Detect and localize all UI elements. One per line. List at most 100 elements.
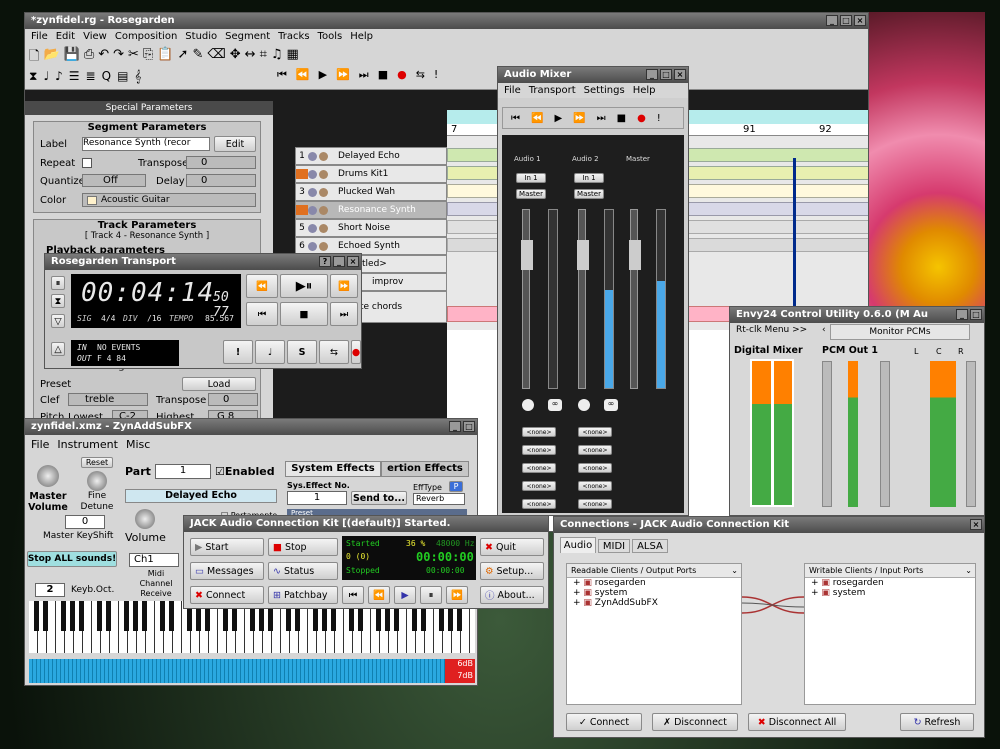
menu-segment[interactable]: Segment (225, 31, 270, 42)
client-item[interactable]: + ▣ rosegarden (805, 578, 975, 588)
split-tool-icon[interactable]: ⌗ (260, 47, 267, 69)
pcm-slider[interactable] (966, 361, 976, 507)
mute-led-icon[interactable] (308, 223, 317, 233)
note-icon[interactable]: ♪ (55, 69, 63, 84)
part-name[interactable]: Delayed Echo (125, 489, 277, 503)
plugin-slot-button[interactable]: <none> (522, 445, 556, 455)
efftype-select[interactable]: Reverb (413, 493, 465, 505)
mute-led-icon[interactable] (308, 169, 317, 179)
loop-icon[interactable]: ⇆ (416, 68, 425, 82)
event-list-icon[interactable]: ☰ (69, 69, 80, 84)
metronome-icon[interactable]: ⧗ (29, 69, 37, 84)
quit-button[interactable]: ✖ Quit (480, 538, 544, 556)
tab-system-effects[interactable]: System Effects (285, 461, 381, 477)
record-led-icon[interactable] (319, 187, 328, 197)
tab-midi[interactable]: MIDI (598, 539, 630, 553)
minimize-icon[interactable]: _ (956, 309, 968, 320)
tab-insertion-effects[interactable]: ertion Effects (381, 461, 469, 477)
menu-file[interactable]: File (31, 438, 49, 451)
rewind-to-start-icon[interactable]: ⏮ (511, 113, 520, 124)
pause-icon[interactable]: ⏸ (420, 586, 442, 604)
stop-all-sounds-button[interactable]: Stop ALL sounds! (27, 551, 117, 567)
quantize-icon[interactable]: Q (102, 69, 111, 84)
tab-alsa[interactable]: ALSA (632, 539, 668, 553)
minimize-icon[interactable]: _ (333, 256, 345, 267)
maximize-icon[interactable]: □ (840, 15, 852, 26)
menu-help[interactable]: Help (633, 85, 656, 96)
record-led-icon[interactable] (319, 169, 328, 179)
rewind-icon[interactable]: ⏪ (368, 586, 390, 604)
mute-led-icon[interactable] (308, 151, 317, 161)
select-tool-icon[interactable]: ➚ (178, 47, 189, 69)
about-button[interactable]: ⓘ About... (480, 586, 544, 604)
move-tool-icon[interactable]: ✥ (230, 47, 241, 69)
midi-channel-select[interactable]: Ch1 (129, 553, 179, 567)
stop-icon[interactable]: ■ (617, 113, 626, 124)
matrix-icon[interactable]: ▦ (287, 47, 299, 69)
resize-tool-icon[interactable]: ↔ (245, 47, 256, 69)
pan-knob-icon[interactable] (578, 399, 590, 411)
repeat-checkbox[interactable] (82, 158, 92, 168)
connect-button[interactable]: ✖ Connect (190, 586, 264, 604)
patchbay-button[interactable]: ⊞ Patchbay (268, 586, 338, 604)
play-icon[interactable]: ▶ (319, 68, 327, 82)
plugin-slot-button[interactable]: <none> (578, 463, 612, 473)
fader-track[interactable] (577, 209, 589, 389)
collapse-icon[interactable]: △ (51, 342, 65, 356)
preset-p-button[interactable]: P (449, 481, 463, 492)
menu-help[interactable]: Help (350, 31, 373, 42)
forward-to-end-icon[interactable]: ⏭ (597, 113, 606, 124)
sys-effect-spinner[interactable]: 1 (287, 491, 347, 505)
plugin-slot-button[interactable]: <none> (578, 499, 612, 509)
undo-icon[interactable]: ↶ (98, 47, 109, 69)
pcm-slider[interactable] (880, 361, 890, 507)
record-icon[interactable]: ● (397, 68, 407, 82)
writable-header[interactable]: Writable Clients / Input Ports ⌄ (805, 564, 975, 578)
messages-button[interactable]: ▭ Messages (190, 562, 264, 580)
status-button[interactable]: ∿ Status (268, 562, 338, 580)
keyshift-spinner[interactable]: 0 (65, 515, 105, 529)
menu-file[interactable]: File (504, 85, 521, 96)
piano-icon[interactable]: 𝄞 (134, 69, 141, 84)
minimize-icon[interactable]: _ (449, 421, 461, 432)
track-transpose-select[interactable]: 0 (208, 393, 258, 406)
pencil-tool-icon[interactable]: ✎ (192, 47, 203, 69)
plugin-slot-button[interactable]: <none> (578, 445, 612, 455)
tab-audio[interactable]: Audio (560, 537, 596, 553)
send-to-button[interactable]: Send to... (351, 491, 407, 505)
track-row[interactable]: 1 Delayed Echo (295, 147, 447, 165)
refresh-button[interactable]: ↻ Refresh (900, 713, 974, 731)
minimize-icon[interactable]: _ (826, 15, 838, 26)
record-icon[interactable]: ● (351, 340, 361, 364)
record-led-icon[interactable] (319, 223, 328, 233)
tab-scroll-left-icon[interactable]: ‹ (822, 325, 826, 335)
paste-icon[interactable]: 📋 (157, 47, 173, 69)
print-icon[interactable]: ⎙ (84, 47, 94, 69)
plugin-slot-button[interactable]: <none> (522, 463, 556, 473)
record-led-icon[interactable] (319, 205, 328, 215)
rewind-to-start-icon[interactable]: ⏮ (246, 302, 278, 326)
stop-icon[interactable]: ■ (280, 302, 328, 326)
client-item[interactable]: + ▣ rosegarden (567, 578, 741, 588)
fast-forward-icon[interactable]: ⏩ (573, 113, 585, 124)
close-icon[interactable]: × (970, 519, 982, 530)
close-icon[interactable]: × (854, 15, 866, 26)
play-icon[interactable]: ▶ (554, 113, 562, 124)
menu-tracks[interactable]: Tracks (278, 31, 309, 42)
record-led-icon[interactable] (319, 241, 328, 251)
track-row[interactable]: 3 Plucked Wah (295, 183, 447, 201)
readable-header[interactable]: Readable Clients / Output Ports ⌄ (567, 564, 741, 578)
pan-knob-icon[interactable] (522, 399, 534, 411)
part-volume-knob-icon[interactable] (135, 509, 155, 529)
disconnect-button[interactable]: ✗ Disconnect (652, 713, 738, 731)
fast-forward-icon[interactable]: ⏩ (330, 274, 358, 298)
delay-select[interactable]: 0 (186, 174, 256, 187)
stereo-toggle-icon[interactable]: ∞ (604, 399, 618, 411)
enabled-checkbox[interactable]: ☑Enabled (215, 465, 275, 478)
stereo-toggle-icon[interactable]: ∞ (548, 399, 562, 411)
menu-composition[interactable]: Composition (115, 31, 177, 42)
eraser-tool-icon[interactable]: ⌫ (207, 47, 225, 69)
reset-button[interactable]: Reset (81, 457, 113, 468)
menu-settings[interactable]: Settings (584, 85, 625, 96)
client-item[interactable]: + ▣ system (567, 588, 741, 598)
